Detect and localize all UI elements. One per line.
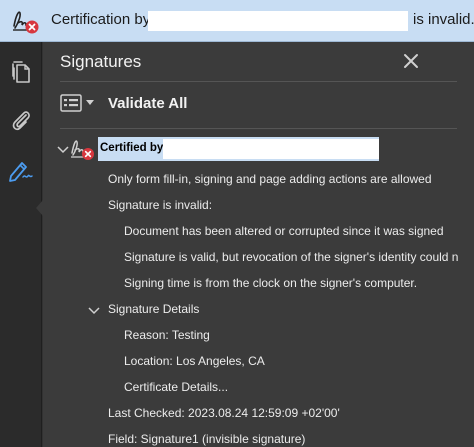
banner-text-suffix: is invalid. [413,11,474,28]
chevron-down-icon[interactable] [86,100,94,106]
field-text: Field: Signature1 (invisible signature) [108,432,306,446]
redacted-signer-name [148,11,408,31]
last-checked-text: Last Checked: 2023.08.24 12:59:09 +02'00… [108,406,340,420]
toolbar-divider [60,128,457,129]
attachments-button[interactable] [6,106,36,136]
signature-status-banner: Certification by is invalid. [0,0,474,42]
pages-icon [12,61,30,83]
signature-details-toggle[interactable]: Signature Details [108,302,199,316]
signature-options-icon[interactable] [60,94,82,112]
permissions-text: Only form fill-in, signing and page addi… [108,172,432,186]
reason-item: Signing time is from the clock on the si… [124,276,418,290]
detail-location: Location: Los Angeles, CA [124,354,265,368]
panel-title: Signatures [60,52,142,71]
signatures-panel: Signatures Validate All Certified by Onl… [43,42,474,447]
signatures-button[interactable] [6,155,36,185]
active-panel-pointer [36,200,43,216]
redacted-certifier-name [163,139,379,159]
attachments-icon [12,111,30,131]
reason-item: Signature is valid, but revocation of th… [124,250,459,264]
signature-invalid-icon [71,140,94,160]
banner-text-prefix: Certification by [51,11,151,28]
close-icon[interactable] [401,51,421,71]
detail-reason: Reason: Testing [124,328,210,342]
chevron-down-icon[interactable] [57,146,69,154]
signature-invalid-icon [13,11,39,34]
pages-button[interactable] [6,58,36,88]
chevron-down-icon[interactable] [88,307,100,315]
signatures-icon [9,162,33,182]
navigation-rail [0,42,43,447]
header-divider [60,81,457,82]
certificate-details-link[interactable]: Certificate Details... [124,380,228,394]
reason-item: Document has been altered or corrupted s… [124,224,444,238]
certified-by-label: Certified by [100,142,164,154]
validate-all-button[interactable]: Validate All [108,95,187,112]
signature-status-text: Signature is invalid: [108,198,213,212]
